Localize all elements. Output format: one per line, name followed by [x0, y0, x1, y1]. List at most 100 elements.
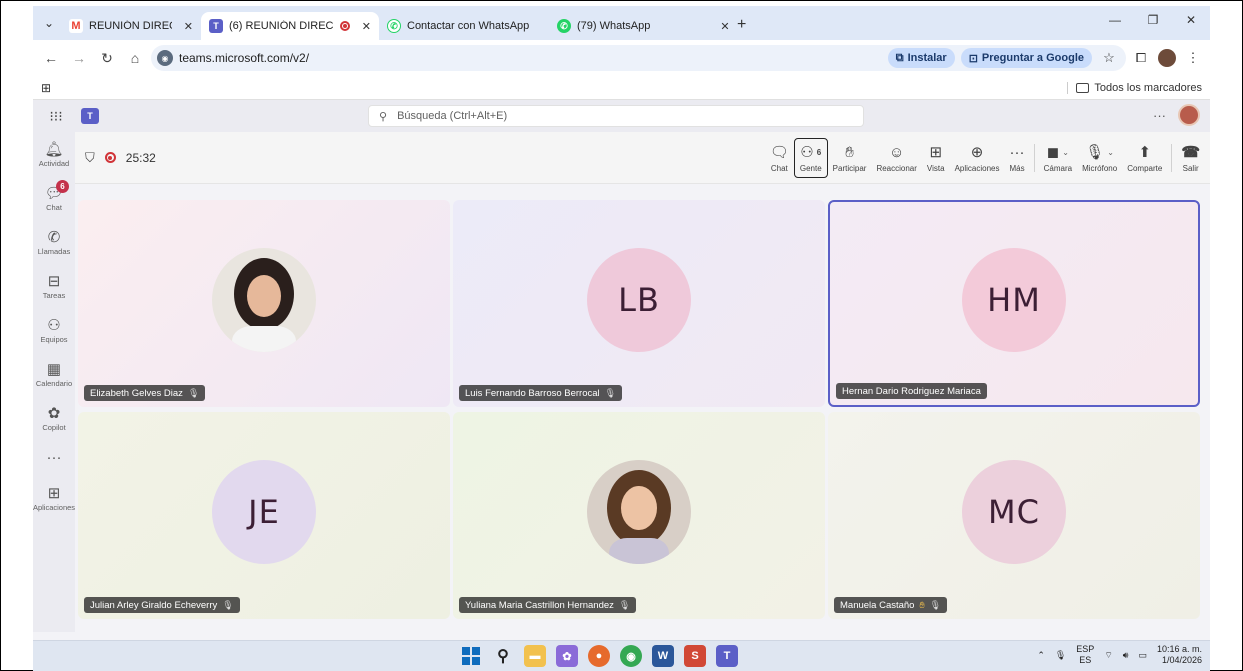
microphone-button[interactable]: 🎙︎ ⌄ Micrófono [1077, 138, 1122, 178]
more-options-icon[interactable]: ··· [1153, 108, 1166, 123]
participant-tile-active-speaker[interactable]: HM Hernan Dario Rodriguez Mariaca [828, 200, 1200, 407]
ask-google-button[interactable]: ⊡ Preguntar a Google [960, 48, 1092, 68]
chat-button[interactable]: 🗨︎ Chat [765, 138, 794, 178]
meeting-toolbar: ⛉ 25:32 🗨︎ Chat ⚇ 6 Gente ✋︎ Participar ☺ Rea… [75, 132, 1210, 184]
mic-muted-icon: 🎙︎ [618, 599, 631, 610]
close-tab-icon[interactable]: ✕ [362, 20, 371, 33]
all-bookmarks-folder[interactable]: Todos los marcadores [1067, 81, 1202, 94]
search-input[interactable]: ⚲ Búsqueda (Ctrl+Alt+E) [368, 105, 864, 127]
browser-tab-whatsapp[interactable]: ✆ (79) WhatsApp ✕ [549, 12, 729, 40]
chrome-icon[interactable]: ◉ [620, 645, 642, 667]
leave-button[interactable]: ☎ Salir [1176, 138, 1210, 178]
app-launcher-icon[interactable]: ⁝⁝⁝ [41, 108, 71, 125]
participant-tile[interactable]: Elizabeth Gelves Diaz 🎙︎ [78, 200, 450, 407]
wifi-icon[interactable]: ⌔ [1104, 650, 1112, 661]
browser-tab-whatsapp-contact[interactable]: ✆ Contactar con WhatsApp ✕ [379, 12, 549, 40]
rail-item-chat[interactable]: 💬︎ 6 Chat [33, 176, 75, 220]
restore-icon[interactable]: ❐ [1134, 6, 1172, 34]
more-button[interactable]: ··· Más [1004, 138, 1029, 178]
people-button[interactable]: ⚇ 6 Gente [793, 138, 828, 178]
teams-taskbar-icon[interactable]: T [716, 645, 738, 667]
site-info-icon[interactable]: ◉ [157, 50, 173, 66]
raise-hand-button[interactable]: ✋︎ Participar [828, 138, 872, 178]
bookmarks-bar: ⊞ Todos los marcadores [33, 76, 1210, 100]
google-lens-icon: ⊡ [968, 52, 978, 65]
camera-off-icon: ◼ [1046, 143, 1060, 161]
participant-tile[interactable]: LB Luis Fernando Barroso Berrocal 🎙︎ [453, 200, 825, 407]
volume-icon[interactable]: 🔊︎ [1123, 650, 1129, 661]
participant-tile[interactable]: Yuliana Maria Castrillon Hernandez 🎙︎ [453, 412, 825, 619]
home-icon[interactable]: ⌂ [123, 46, 147, 70]
mic-muted-icon: 🎙︎ [929, 599, 942, 610]
close-tab-icon[interactable]: ✕ [720, 20, 729, 33]
rail-item-more[interactable]: ··· [33, 440, 75, 476]
word-icon[interactable]: W [652, 645, 674, 667]
rail-item-copilot[interactable]: ✿ Copilot [33, 396, 75, 440]
participant-name-tag: Luis Fernando Barroso Berrocal 🎙︎ [459, 385, 623, 401]
meeting-timer: 25:32 [125, 150, 156, 165]
browser-tab-teams[interactable]: T (6) REUNIÓN DIRECCIONAR ✕ [201, 12, 379, 40]
tab-search-chevron-icon[interactable]: ⌄ [37, 11, 61, 35]
chevron-up-icon[interactable]: ⌃ [1037, 650, 1045, 661]
back-icon[interactable]: ← [39, 46, 63, 70]
chevron-down-icon[interactable]: ⌄ [1062, 144, 1069, 162]
battery-icon[interactable]: ▭ [1138, 650, 1147, 661]
teams-group-icon: ⚇ [47, 316, 61, 334]
participant-name-tag: Julian Arley Giraldo Echeverry 🎙︎ [84, 597, 240, 613]
language-indicator[interactable]: ESP ES [1076, 644, 1094, 666]
recording-indicator-icon [104, 152, 116, 163]
extensions-icon[interactable]: ⧠ [1130, 47, 1152, 69]
rail-item-tasks[interactable]: ⊟ Tareas [33, 264, 75, 308]
install-button[interactable]: ⧉ Instalar [887, 48, 955, 68]
camera-button[interactable]: ◼ ⌄ Cámara [1039, 138, 1077, 178]
rail-item-activity[interactable]: 🔔︎ Actividad [33, 132, 75, 176]
app-icon[interactable]: S [684, 645, 706, 667]
new-tab-icon[interactable]: + [729, 16, 754, 34]
apps-button[interactable]: ⊕ Aplicaciones [950, 138, 1005, 178]
mic-icon[interactable]: 🎙︎ [1055, 650, 1066, 661]
chat-bubble-icon: 🗨︎ [769, 143, 789, 161]
close-tab-icon[interactable]: ✕ [184, 20, 193, 33]
phone-icon: ✆ [47, 228, 61, 246]
hang-up-icon: ☎ [1181, 143, 1200, 161]
url-input[interactable]: ◉ teams.microsoft.com/v2/ ⧉ Instalar ⊡ Pre… [151, 45, 1126, 71]
profile-button[interactable] [1156, 47, 1178, 69]
gmail-icon: M [69, 19, 83, 33]
add-apps-icon: ⊞ [47, 484, 61, 502]
file-explorer-icon[interactable]: ▬ [524, 645, 546, 667]
bookmark-star-icon[interactable]: ☆ [1098, 47, 1120, 69]
install-icon: ⧉ [895, 51, 904, 64]
react-button[interactable]: ☺ Reaccionar [871, 138, 921, 178]
reload-icon[interactable]: ↻ [95, 46, 119, 70]
apps-grid-icon[interactable]: ⊞ [41, 81, 51, 95]
view-button[interactable]: ⊞ Vista [922, 138, 950, 178]
rail-item-apps[interactable]: ⊞ Aplicaciones [33, 476, 75, 520]
hand-icon: ✋︎ [845, 143, 854, 161]
mic-muted-icon: 🎙︎ [604, 387, 617, 398]
participant-tile[interactable]: JE Julian Arley Giraldo Echeverry 🎙︎ [78, 412, 450, 619]
minimize-icon[interactable]: — [1096, 6, 1134, 34]
whatsapp-icon: ✆ [557, 19, 571, 33]
taskbar-search-icon[interactable]: ⚲ [492, 645, 514, 667]
shield-icon[interactable]: ⛉ [85, 150, 95, 166]
browser-tab-gmail[interactable]: M REUNIÓN DIRECCIONAR VISITA ✕ [61, 12, 201, 40]
rail-item-calendar[interactable]: ▦ Calendario [33, 352, 75, 396]
forward-icon[interactable]: → [67, 46, 91, 70]
photos-icon[interactable]: ✿ [556, 645, 578, 667]
close-window-icon[interactable]: ✕ [1172, 6, 1210, 34]
clock[interactable]: 10:16 a. m. 1/04/2026 [1157, 644, 1202, 666]
participant-initials-avatar: JE [212, 459, 316, 564]
profile-avatar [1158, 49, 1176, 67]
windows-taskbar: ⚲ ▬ ✿ ● ◉ W S T ⌃ 🎙︎ ESP ES ⌔ 🔊︎ ▭ 10:16 … [33, 640, 1210, 671]
teams-header: ⁝⁝⁝ T ⚲ Búsqueda (Ctrl+Alt+E) ··· [33, 100, 1210, 132]
user-avatar[interactable] [1178, 104, 1200, 126]
share-button[interactable]: ⬆ Comparte [1122, 138, 1167, 178]
firefox-icon[interactable]: ● [588, 645, 610, 667]
rail-item-calls[interactable]: ✆ Llamadas [33, 220, 75, 264]
participant-tile[interactable]: MC Manuela Castaño ✋︎ 🎙︎ [828, 412, 1200, 619]
chevron-down-icon[interactable]: ⌄ [1107, 144, 1114, 162]
rail-item-teams[interactable]: ⚇ Equipos [33, 308, 75, 352]
add-app-icon: ⊕ [970, 143, 984, 161]
browser-menu-icon[interactable]: ⋮ [1182, 47, 1204, 69]
start-icon[interactable] [460, 645, 482, 667]
